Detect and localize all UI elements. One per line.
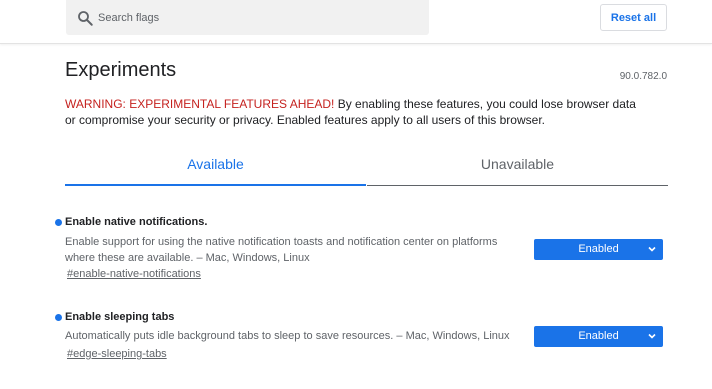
flag-state-value: Enabled	[578, 330, 619, 342]
top-bar: Reset all	[0, 0, 712, 44]
flag-description: Automatically puts idle background tabs …	[65, 330, 510, 342]
search-input[interactable]	[98, 0, 418, 35]
tab-available[interactable]: Available	[65, 150, 366, 186]
warning-message: WARNING: EXPERIMENTAL FEATURES AHEAD! By…	[65, 96, 645, 128]
reset-all-button[interactable]: Reset all	[600, 4, 667, 31]
warning-prefix: WARNING: EXPERIMENTAL FEATURES AHEAD!	[65, 97, 335, 111]
search-icon	[78, 11, 93, 26]
tab-unavailable[interactable]: Unavailable	[367, 150, 668, 186]
flag-state-select[interactable]: Enabled	[534, 239, 663, 260]
modified-dot-icon	[55, 219, 62, 226]
flag-description: Enable support for using the native noti…	[65, 236, 498, 264]
tab-bar: Available Unavailable	[65, 150, 668, 186]
flag-state-select[interactable]: Enabled	[534, 326, 663, 347]
flag-link[interactable]: #edge-sleeping-tabs	[67, 348, 167, 360]
flag-name: Enable sleeping tabs	[65, 311, 175, 323]
flag-link[interactable]: #enable-native-notifications	[67, 268, 201, 280]
flag-state-value: Enabled	[578, 243, 619, 255]
chevron-down-icon	[648, 333, 656, 339]
flag-name: Enable native notifications.	[65, 216, 208, 228]
chevron-down-icon	[648, 246, 656, 252]
modified-dot-icon	[55, 314, 62, 321]
search-box[interactable]	[66, 0, 429, 35]
page-title: Experiments	[65, 59, 177, 81]
version-label: 90.0.782.0	[619, 71, 667, 82]
